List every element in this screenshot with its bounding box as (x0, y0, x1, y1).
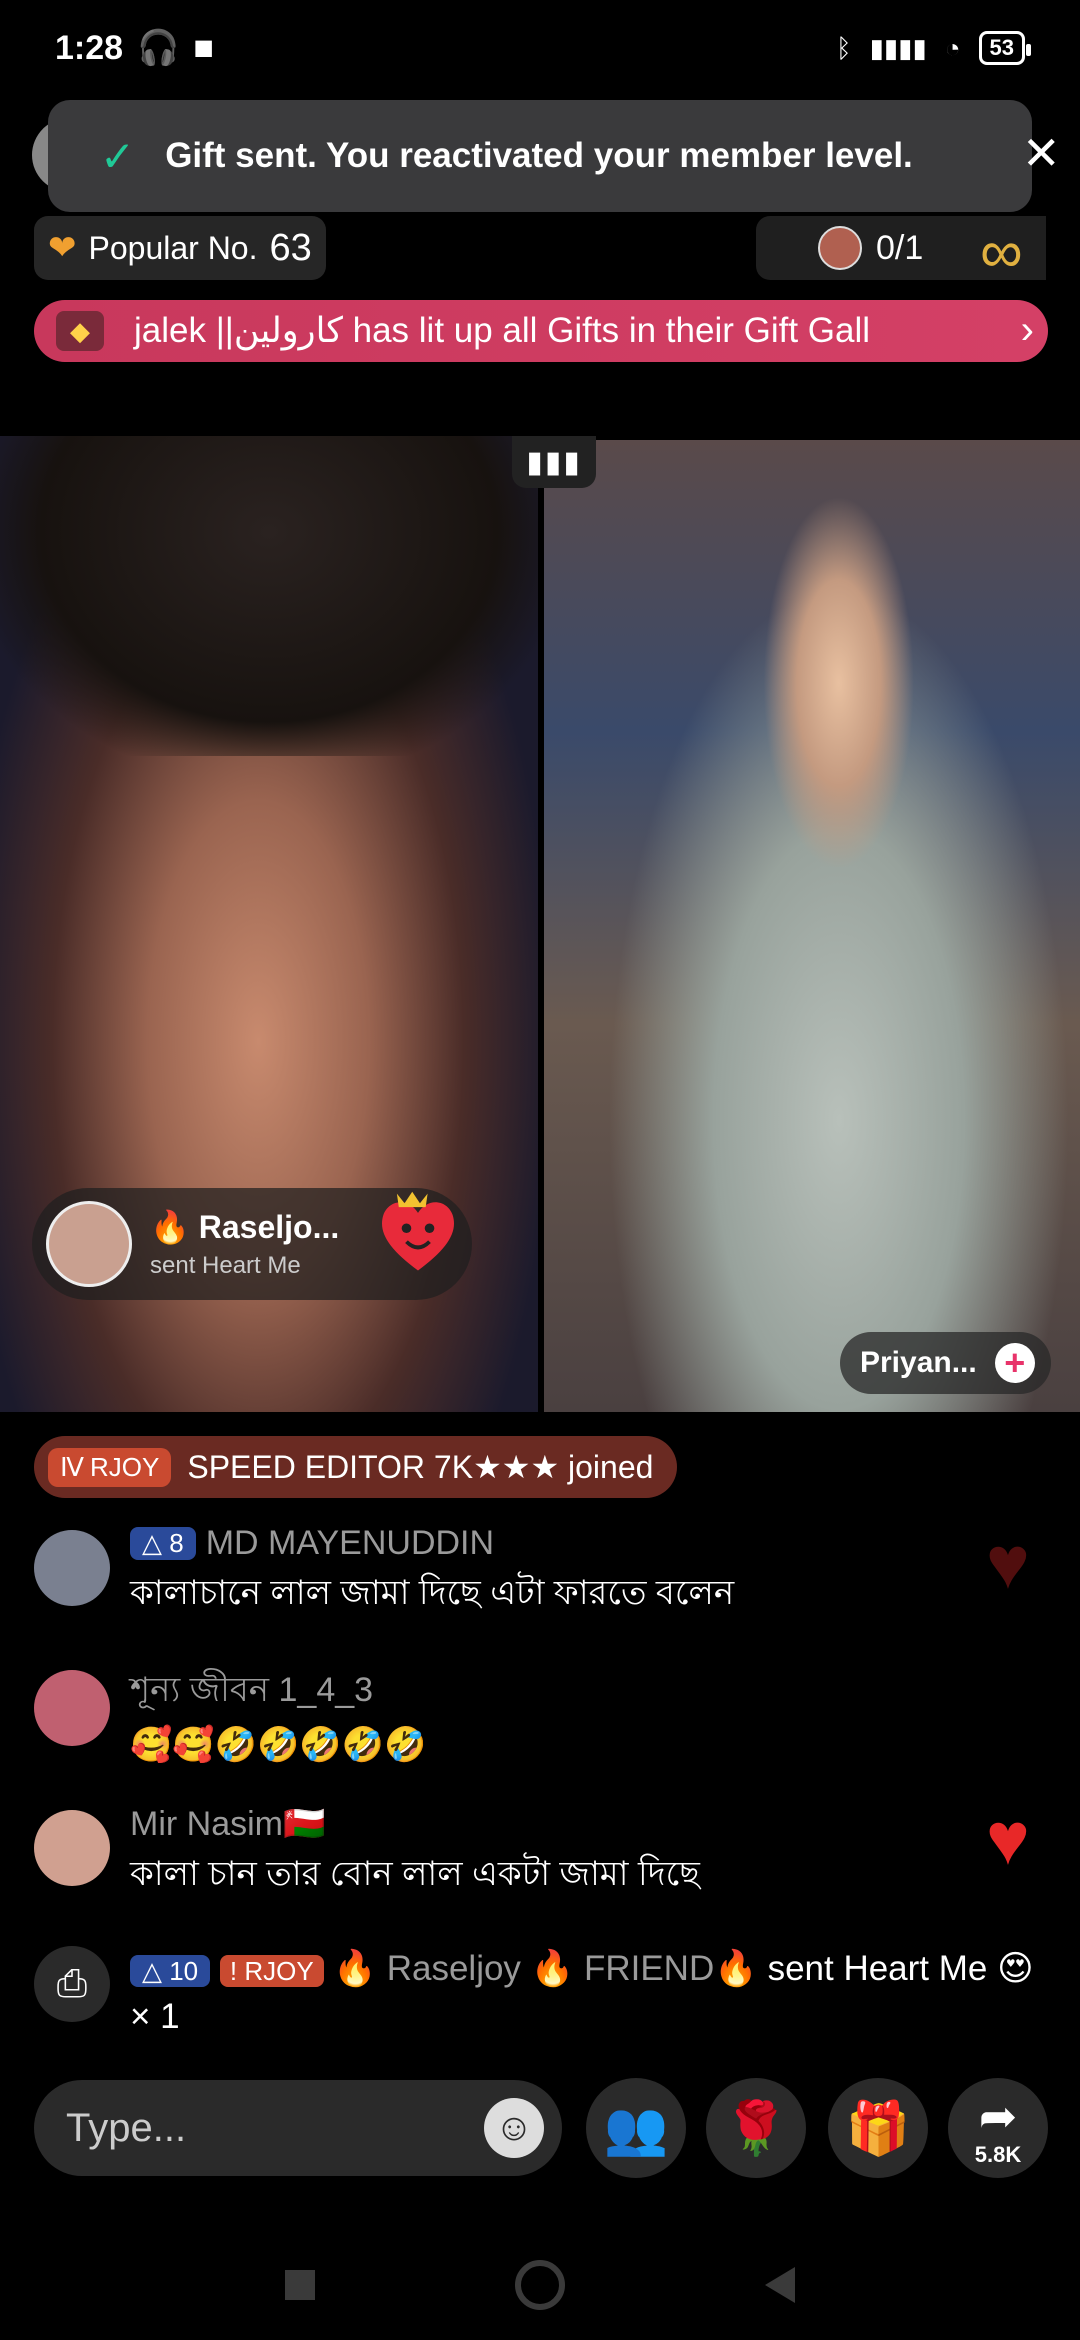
gift-message: ⎙ △ 10 ! RJOY 🔥 Raseljoy 🔥 FRIEND🔥 sent … (34, 1946, 1054, 2040)
comment-username[interactable]: শূন্য জীবন 1_4_3 (130, 1664, 373, 1721)
avatar[interactable] (34, 1530, 110, 1606)
follow-plus-button[interactable]: + (994, 1342, 1035, 1383)
gift-icon: 🎁 (845, 2099, 911, 2158)
avatar[interactable] (34, 1810, 110, 1886)
comment-text: 🥰🥰🤣🤣🤣🤣🤣 (130, 1726, 427, 1764)
cohost-camera-feed[interactable] (544, 440, 1080, 1412)
comment-username[interactable]: Mir Nasim🇴🇲 (130, 1804, 325, 1844)
multi-guest-button[interactable]: 👥 (586, 2078, 686, 2178)
toast-text: Gift sent. You reactivated your member l… (165, 136, 913, 175)
status-bar: 1:28 🎧 ■ ᛒ ▮▮▮▮ ◔ 53 (0, 0, 1080, 96)
bluetooth-icon: ᛒ (835, 32, 852, 63)
floating-heart-icon: ♥ (986, 1521, 1030, 1604)
video-camera-icon: ■ (193, 28, 214, 67)
gift-button[interactable]: 🎁 (828, 2078, 928, 2178)
recents-icon[interactable] (285, 2270, 315, 2300)
rjoy-badge: Ⅳ RJOY (48, 1447, 172, 1487)
gift-box-icon: ⎙ (34, 1946, 110, 2022)
level-badge: △ 10 (130, 1955, 211, 1987)
gift-action: sent Heart Me (767, 1949, 988, 1988)
comment-text: কালাচানে লাল জামা দিছে এটা ফারতে বলেন (130, 1574, 735, 1612)
heart-gift-icon (382, 1191, 454, 1271)
chevron-right-icon[interactable]: › (1021, 308, 1034, 353)
heart-icon: ❤ (48, 229, 77, 267)
cohost-name-tag[interactable]: Priyan... + (840, 1332, 1051, 1394)
rose-icon: 🌹 (723, 2099, 789, 2158)
gift-notice-subtitle: sent Heart Me (150, 1252, 301, 1279)
comment-input[interactable]: Type... ☺ (34, 2080, 562, 2176)
back-icon[interactable] (765, 2267, 795, 2303)
viewer-avatar (818, 226, 862, 270)
list-item[interactable]: শূন্য জীবন 1_4_3 🥰🥰🤣🤣🤣🤣🤣 (34, 1664, 426, 1765)
badge-icon: Ⅳ (60, 1451, 84, 1482)
rose-gift-button[interactable]: 🌹 (706, 2078, 806, 2178)
system-nav-bar (0, 2230, 1080, 2340)
viewer-count-text: 0/1 (876, 228, 924, 267)
level-badge: △ 8 (130, 1527, 196, 1560)
list-item[interactable]: Mir Nasim🇴🇲 কালা চান তার বোন লাল একটা জা… (34, 1804, 700, 1905)
share-arrow-icon: ➦ (978, 2090, 1018, 2142)
live-video-area[interactable]: ▮▮▮ 🔥 Raseljo... sent Heart Me Priyan...… (0, 436, 1080, 1412)
checkmark-icon: ✓ (100, 132, 136, 180)
gift-count: × 1 (130, 1997, 180, 2036)
list-item[interactable]: △ 8 MD MAYENUDDIN কালাচানে লাল জামা দিছে … (34, 1524, 734, 1624)
rjoy-badge: ! RJOY (219, 1955, 324, 1987)
fire-icon: 🔥 (150, 1209, 190, 1245)
home-icon[interactable] (515, 2260, 565, 2310)
banner-text: jalek ||کارولین has lit up all Gifts in … (134, 311, 871, 350)
popular-rank-badge[interactable]: ❤ Popular No. 63 (34, 216, 326, 280)
comment-placeholder: Type... (66, 2105, 187, 2150)
rjoy-label: RJOY (90, 1451, 160, 1482)
clock: 1:28 (55, 28, 124, 67)
avatar (46, 1201, 132, 1287)
avatar[interactable] (34, 1670, 110, 1746)
cohost-name: Priyan... (860, 1346, 977, 1379)
heart-gift-icon: 😍 (997, 1949, 1034, 1988)
floating-heart-icon: ♥ (986, 1797, 1030, 1880)
popular-label: Popular No. (88, 229, 258, 266)
share-count: 5.8K (974, 2142, 1022, 2167)
comment-username[interactable]: MD MAYENUDDIN (206, 1524, 494, 1563)
gift-sender-name[interactable]: 🔥 Raseljoy 🔥 FRIEND🔥 (333, 1949, 757, 1988)
emoji-icon[interactable]: ☺ (484, 2098, 544, 2158)
gift-gallery-banner[interactable]: ◆ jalek ||کارولین has lit up all Gifts i… (34, 300, 1048, 362)
gem-icon: ◆ (56, 311, 104, 351)
popular-number: 63 (269, 226, 312, 269)
wifi-icon: ◔ (944, 32, 961, 63)
comment-text: কালা চান তার বোন লাল একটা জামা দিছে (130, 1855, 700, 1893)
headphones-icon: 🎧 (137, 29, 180, 67)
close-icon[interactable]: ✕ (1022, 126, 1061, 180)
infinity-icon[interactable]: ∞ (980, 222, 1023, 282)
gift-sent-toast: ✓ Gift sent. You reactivated your member… (48, 100, 1032, 212)
join-notification: Ⅳ RJOY SPEED EDITOR 7K★★★ joined (34, 1436, 678, 1498)
signal-bars-icon: ▮▮▮ (512, 436, 596, 488)
share-button[interactable]: ➦ 5.8K (948, 2078, 1048, 2178)
users-icon: 👥 (603, 2099, 669, 2158)
gift-sender-name: Raseljo... (198, 1209, 340, 1245)
cellular-signal-icon: ▮▮▮▮ (869, 32, 927, 63)
battery-indicator: 53 (978, 31, 1032, 65)
joined-text: SPEED EDITOR 7K★★★ joined (187, 1449, 654, 1485)
